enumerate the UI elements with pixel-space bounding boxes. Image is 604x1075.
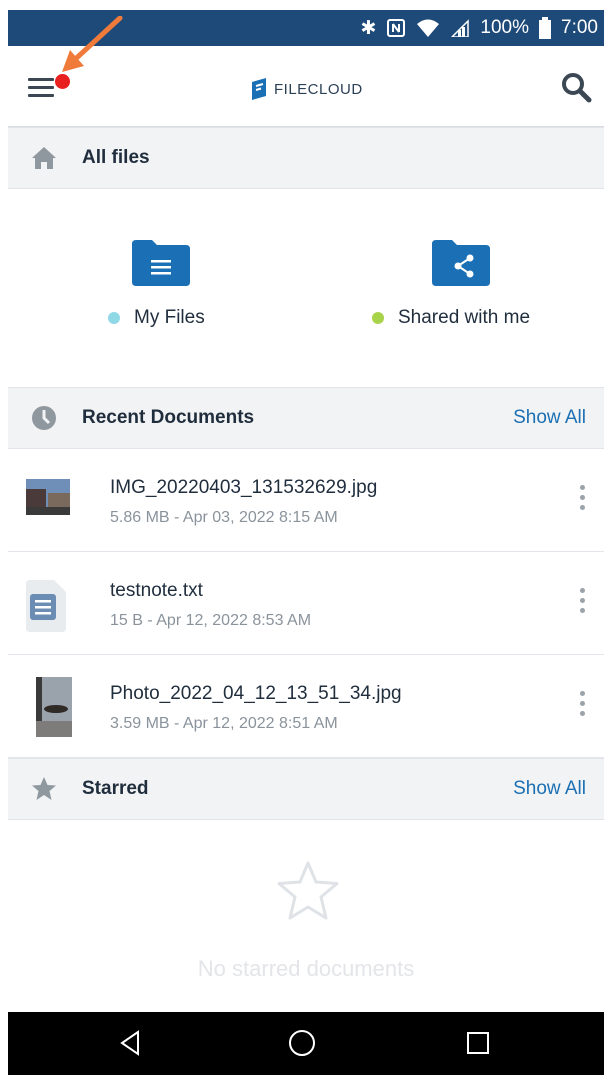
recent-row-3[interactable]: Photo_2022_04_12_13_51_34.jpg 3.59 MB - … (8, 655, 604, 758)
app-bar: FILECLOUD (8, 16, 604, 128)
home-icon (32, 147, 56, 169)
filecloud-logo-icon (252, 78, 266, 100)
menu-icon-bar (28, 86, 54, 89)
empty-starred-text: No starred documents (197, 956, 415, 981)
more-options-icon[interactable] (578, 588, 586, 616)
starred-show-all-link[interactable]: Show All (513, 778, 586, 800)
recent-documents-title: Recent Documents (82, 407, 255, 428)
logo-text: FILECLOUD (274, 80, 363, 98)
signal-icon (450, 19, 470, 37)
nfc-icon (386, 18, 406, 38)
battery-percent: 100% (480, 17, 530, 38)
clock-icon (32, 406, 56, 430)
menu-button[interactable] (22, 68, 70, 108)
shared-folder-icon[interactable] (430, 240, 490, 286)
battery-icon (539, 17, 552, 39)
clock: 7:00 (561, 17, 598, 38)
recent-row-2[interactable]: testnote.txt 15 B - Apr 12, 2022 8:53 AM (8, 552, 604, 655)
my-files-link[interactable]: My Files (108, 307, 205, 329)
starred-header: Starred Show All (8, 758, 604, 820)
shared-with-me-link[interactable]: Shared with me (372, 307, 530, 329)
recent-documents-header: Recent Documents Show All (8, 387, 604, 449)
shared-dot (372, 312, 384, 324)
recent-file-name: IMG_20220403_131532629.jpg (110, 477, 378, 498)
system-nav-bar (8, 1012, 604, 1075)
all-files-header[interactable]: All files (8, 127, 604, 189)
photo-thumbnail (26, 479, 70, 515)
home-nav-icon[interactable] (287, 1028, 317, 1058)
recents-icon[interactable] (463, 1028, 493, 1058)
recent-file-name: testnote.txt (110, 580, 203, 601)
my-files-label: My Files (134, 307, 205, 328)
filecloud-logo: FILECLOUD (250, 78, 363, 100)
shared-with-me-label: Shared with me (398, 307, 531, 328)
wifi-icon (416, 18, 440, 38)
starred-title: Starred (82, 778, 149, 799)
annotation-arrow-icon (62, 16, 123, 72)
recent-file-meta: 15 B - Apr 12, 2022 8:53 AM (110, 612, 312, 629)
all-files-title: All files (82, 147, 150, 168)
menu-icon (28, 78, 54, 81)
recent-row-1[interactable]: IMG_20220403_131532629.jpg 5.86 MB - Apr… (8, 449, 604, 552)
empty-star-icon (277, 861, 339, 920)
recent-show-all-link[interactable]: Show All (513, 407, 586, 429)
my-files-dot (108, 312, 120, 324)
menu-icon-bar (28, 94, 54, 97)
text-file-icon (26, 580, 66, 632)
recent-file-meta: 3.59 MB - Apr 12, 2022 8:51 AM (110, 715, 338, 732)
bluetooth-icon: ✱ (360, 17, 377, 39)
star-icon (32, 777, 56, 800)
search-icon[interactable] (558, 70, 594, 106)
photo-thumbnail (36, 677, 72, 737)
recent-file-name: Photo_2022_04_12_13_51_34.jpg (110, 683, 402, 704)
more-options-icon[interactable] (578, 691, 586, 719)
recent-file-meta: 5.86 MB - Apr 03, 2022 8:15 AM (110, 509, 338, 526)
more-options-icon[interactable] (578, 485, 586, 513)
back-icon[interactable] (116, 1028, 146, 1058)
app-frame: ✱ 100% 7:00 FILECLOUD All files My Files… (8, 10, 604, 1075)
my-files-folder-icon[interactable] (130, 240, 190, 286)
